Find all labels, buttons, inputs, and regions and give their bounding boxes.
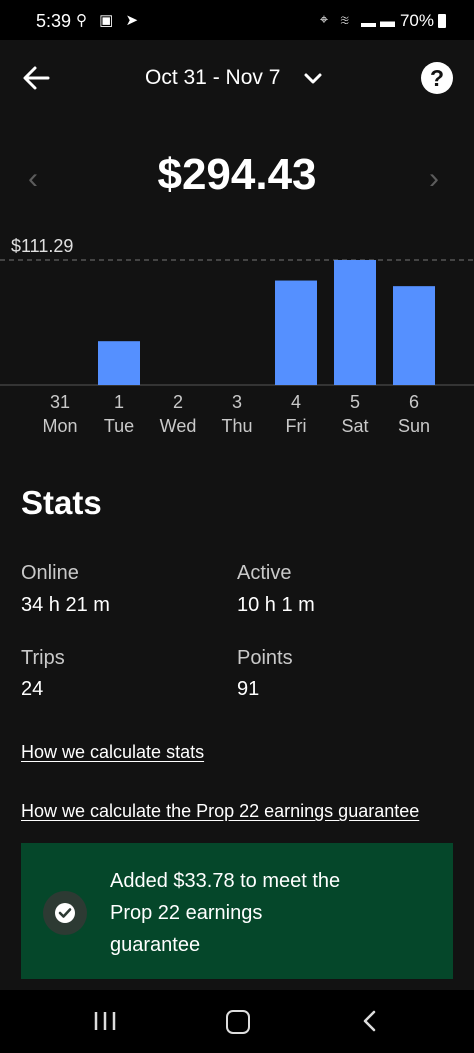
chevron-down-icon[interactable] [302, 70, 324, 88]
x-tick-day-name: Thu [221, 416, 253, 436]
trips-label: Trips [21, 647, 65, 669]
x-tick-sat[interactable]: 5 Sat [330, 390, 380, 438]
bar-tue[interactable] [98, 341, 140, 385]
x-tick-day-number: 31 [49, 392, 71, 412]
x-tick-mon[interactable]: 31 Mon [35, 390, 85, 438]
points-value: 91 [237, 678, 260, 700]
x-tick-thu[interactable]: 3 Thu [212, 390, 262, 438]
next-week-icon[interactable]: › [429, 162, 439, 196]
x-tick-day-number: 1 [113, 392, 124, 412]
x-axis: 31 Mon 1 Tue 2 Wed 3 Thu 4 Fri 5 Sat 6 Sun [0, 390, 474, 440]
bar-fri[interactable] [275, 280, 317, 385]
x-tick-day-number: 4 [290, 392, 301, 412]
earnings-total: $294.43 [157, 150, 317, 199]
bar-sat[interactable] [334, 260, 376, 385]
max-value-label: $111.29 [11, 236, 74, 256]
x-tick-day-name: Fri [285, 416, 307, 436]
x-tick-sun[interactable]: 6 Sun [389, 390, 439, 438]
x-tick-day-name: Tue [103, 416, 135, 436]
prop22-banner: Added $33.78 to meet the Prop 22 earning… [21, 843, 453, 979]
home-icon[interactable] [226, 1010, 250, 1034]
recent-apps-icon[interactable] [92, 1010, 118, 1032]
x-tick-day-number: 5 [349, 392, 360, 412]
battery-icon [438, 14, 446, 28]
earnings-chart: $111.29 31 Mon 1 Tue 2 Wed 3 Thu 4 Fri 5 Sat 6 Sun [0, 230, 474, 440]
how-we-calculate-stats-link[interactable]: How we calculate stats [21, 742, 204, 763]
status-bar: 5:39 ⚲ ▣ ➤ ⌖ ≋ ▂▃ 70% [0, 0, 474, 40]
bar-sun[interactable] [393, 286, 435, 385]
back-arrow-icon[interactable] [22, 64, 50, 92]
x-tick-day-name: Wed [159, 416, 197, 436]
signal-icons: ⌖ ≋ ▂▃ [319, 11, 399, 28]
stats-title: Stats [21, 484, 102, 521]
x-tick-day-name: Mon [42, 416, 78, 436]
battery-level: 70% [399, 11, 434, 30]
notification-icons: ⚲ ▣ ➤ [76, 12, 143, 29]
x-tick-day-number: 3 [231, 392, 242, 412]
x-tick-day-number: 6 [408, 392, 419, 412]
date-range-selector[interactable]: Oct 31 - Nov 7 [145, 66, 280, 90]
x-tick-tue[interactable]: 1 Tue [94, 390, 144, 438]
online-value: 34 h 21 m [21, 594, 110, 616]
banner-text: Added $33.78 to meet the Prop 22 earning… [110, 870, 341, 956]
active-label: Active [237, 562, 292, 584]
x-tick-fri[interactable]: 4 Fri [271, 390, 321, 438]
check-circle-icon [43, 891, 87, 935]
trips-value: 24 [21, 678, 44, 700]
prop22-guarantee-link[interactable]: How we calculate the Prop 22 earnings gu… [21, 801, 419, 822]
system-nav-bar [0, 990, 474, 1053]
help-icon[interactable]: ? [421, 62, 453, 94]
top-nav: Oct 31 - Nov 7 ? [0, 40, 474, 116]
x-tick-day-name: Sun [397, 416, 431, 436]
active-value: 10 h 1 m [237, 594, 315, 616]
system-back-icon[interactable] [362, 1010, 378, 1032]
x-tick-day-number: 2 [172, 392, 183, 412]
online-label: Online [21, 562, 79, 584]
x-tick-wed[interactable]: 2 Wed [153, 390, 203, 438]
status-time: 5:39 [36, 11, 72, 31]
points-label: Points [237, 647, 293, 669]
x-tick-day-name: Sat [341, 416, 369, 436]
